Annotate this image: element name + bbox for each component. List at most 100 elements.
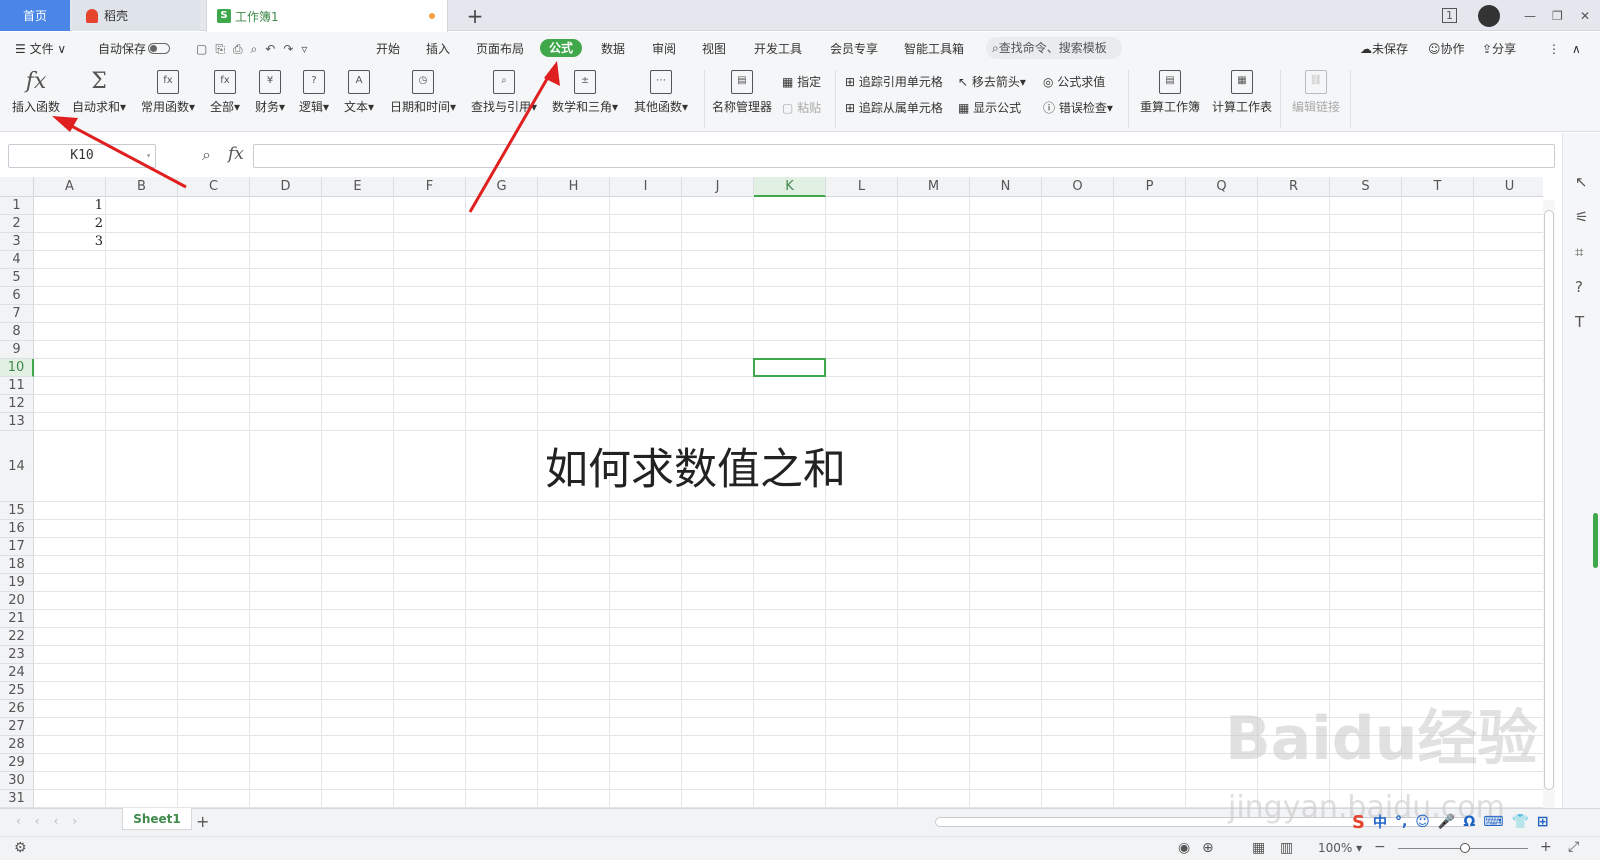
remove-arrows-button[interactable]: ↖ 移去箭头▾ [958, 73, 1026, 91]
row-header-24[interactable]: 24 [0, 664, 34, 682]
menu-data[interactable]: 数据 [601, 40, 625, 58]
quick-access-toolbar[interactable]: ▢⎘⎙⌕↶↷▿ [196, 40, 315, 58]
add-sheet-button[interactable]: + [196, 812, 209, 831]
row-header-10[interactable]: 10 [0, 359, 34, 377]
row-header-13[interactable]: 13 [0, 413, 34, 431]
column-header-S[interactable]: S [1330, 177, 1402, 197]
macro-icon[interactable]: ⚙ [14, 840, 27, 856]
name-manager-button[interactable]: ▤ 名称管理器 [712, 70, 772, 115]
crop-icon[interactable]: ⌗ [1575, 243, 1583, 261]
row-header-5[interactable]: 5 [0, 269, 34, 287]
show-formulas-button[interactable]: ▦ 显示公式 [958, 99, 1021, 117]
symbol-icon[interactable]: Ω [1463, 814, 1475, 830]
other-functions-button[interactable]: ⋯ 其他函数▾ [634, 70, 688, 115]
row-header-12[interactable]: 12 [0, 395, 34, 413]
cell-A2[interactable]: 2 [34, 215, 106, 233]
page-badge[interactable]: 1 [1442, 0, 1457, 31]
skin-icon[interactable]: 👕 [1511, 814, 1528, 830]
zoom-level[interactable]: 100% ▾ [1318, 841, 1362, 855]
command-search[interactable]: ⌕查找命令、搜索模板 [986, 37, 1122, 59]
column-header-H[interactable]: H [538, 177, 610, 197]
row-header-2[interactable]: 2 [0, 215, 34, 233]
help-icon[interactable]: ? [1575, 278, 1583, 296]
row-header-26[interactable]: 26 [0, 700, 34, 718]
column-header-D[interactable]: D [250, 177, 322, 197]
paste-button[interactable]: ▢ 粘贴 [782, 99, 821, 117]
more-icon[interactable]: ⋮ [1548, 40, 1560, 58]
cell-A1[interactable]: 1 [34, 197, 106, 215]
calc-sheet-button[interactable]: ▦ 计算工作表 [1212, 70, 1272, 115]
column-header-T[interactable]: T [1402, 177, 1474, 197]
row-header-1[interactable]: 1 [0, 197, 34, 215]
row-header-6[interactable]: 6 [0, 287, 34, 305]
fx-button[interactable]: fx [228, 144, 244, 164]
avatar[interactable] [1478, 0, 1500, 31]
settings-sliders-icon[interactable]: ⚟ [1575, 208, 1588, 226]
autosum-button[interactable]: Σ 自动求和▾ [72, 70, 126, 115]
sheet-nav-arrows[interactable]: ‹‹‹› [16, 814, 91, 828]
file-menu[interactable]: ☰ 文件 ∨ [15, 40, 66, 58]
close-button[interactable]: ✕ [1580, 0, 1590, 31]
menu-smart-tools[interactable]: 智能工具箱 [904, 40, 964, 58]
trace-dependents-button[interactable]: ⊞ 追踪从属单元格 [845, 99, 943, 117]
math-button[interactable]: ± 数学和三角▾ [552, 70, 618, 115]
vertical-scroll-thumb[interactable] [1544, 210, 1554, 790]
normal-view-icon[interactable]: ▦ [1252, 840, 1265, 856]
formula-input[interactable] [253, 144, 1555, 168]
unsaved-button[interactable]: ☁未保存 [1360, 40, 1408, 58]
row-header-28[interactable]: 28 [0, 736, 34, 754]
error-check-button[interactable]: ⓘ 错误检查▾ [1043, 99, 1113, 117]
layout-icon[interactable]: ⊕ [1202, 840, 1214, 856]
menu-developer[interactable]: 开发工具 [754, 40, 802, 58]
column-header-G[interactable]: G [466, 177, 538, 197]
row-header-3[interactable]: 3 [0, 233, 34, 251]
emoji-icon[interactable]: ☺ [1415, 814, 1430, 830]
column-header-P[interactable]: P [1114, 177, 1186, 197]
microphone-icon[interactable]: 🎤 [1438, 814, 1455, 830]
common-functions-button[interactable]: fx 常用函数▾ [141, 70, 195, 115]
column-header-R[interactable]: R [1258, 177, 1330, 197]
fullscreen-icon[interactable]: ⤢ [1568, 839, 1579, 855]
row-header-11[interactable]: 11 [0, 377, 34, 395]
zoom-out-button[interactable]: − [1374, 839, 1386, 855]
row-header-31[interactable]: 31 [0, 790, 34, 808]
share-button[interactable]: ⇪分享 [1482, 40, 1516, 58]
column-header-I[interactable]: I [610, 177, 682, 197]
row-header-7[interactable]: 7 [0, 305, 34, 323]
minimize-button[interactable]: — [1524, 0, 1536, 31]
eye-protect-icon[interactable]: ◉ [1178, 840, 1190, 856]
row-header-21[interactable]: 21 [0, 610, 34, 628]
logic-button[interactable]: ? 逻辑▾ [299, 70, 329, 115]
text-functions-button[interactable]: A 文本▾ [344, 70, 374, 115]
column-header-J[interactable]: J [682, 177, 754, 197]
row-header-18[interactable]: 18 [0, 556, 34, 574]
row-header-23[interactable]: 23 [0, 646, 34, 664]
collab-button[interactable]: ☺协作 [1428, 40, 1465, 58]
menu-view[interactable]: 视图 [702, 40, 726, 58]
recalc-workbook-button[interactable]: ▤ 重算工作簿 [1140, 70, 1200, 115]
tab-workbook[interactable]: S 工作簿1 [206, 0, 448, 32]
active-cell-selection[interactable] [753, 358, 826, 377]
all-functions-button[interactable]: fx 全部▾ [210, 70, 240, 115]
row-header-16[interactable]: 16 [0, 520, 34, 538]
column-header-N[interactable]: N [970, 177, 1042, 197]
menu-page-layout[interactable]: 页面布局 [476, 40, 524, 58]
zoom-slider-thumb[interactable] [1460, 843, 1470, 853]
column-header-C[interactable]: C [178, 177, 250, 197]
insert-function-button[interactable]: fx 插入函数 [12, 70, 60, 115]
column-header-A[interactable]: A [34, 177, 106, 197]
specify-button[interactable]: ▦ 指定 [782, 73, 821, 91]
row-header-29[interactable]: 29 [0, 754, 34, 772]
trace-precedents-button[interactable]: ⊞ 追踪引用单元格 [845, 73, 943, 91]
finance-button[interactable]: ¥ 财务▾ [255, 70, 285, 115]
row-header-8[interactable]: 8 [0, 323, 34, 341]
datetime-button[interactable]: ◷ 日期和时间▾ [390, 70, 456, 115]
menu-member[interactable]: 会员专享 [830, 40, 878, 58]
collapse-ribbon-icon[interactable]: ∧ [1572, 40, 1581, 58]
select-all-corner[interactable] [0, 177, 34, 197]
menu-start[interactable]: 开始 [376, 40, 400, 58]
cell-A3[interactable]: 3 [34, 233, 106, 251]
row-header-9[interactable]: 9 [0, 341, 34, 359]
row-header-19[interactable]: 19 [0, 574, 34, 592]
column-header-U[interactable]: U [1474, 177, 1543, 197]
